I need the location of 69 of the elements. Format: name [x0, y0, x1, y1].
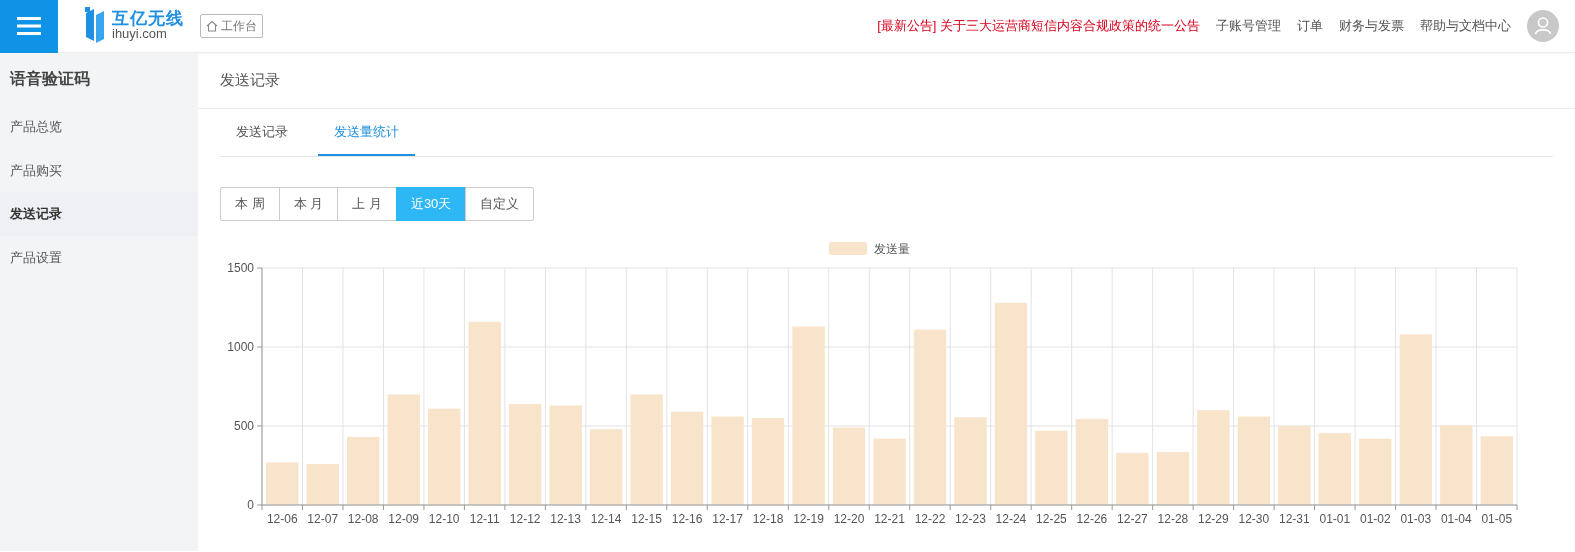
x-tick-label: 12-07 — [307, 511, 339, 525]
bar — [1156, 451, 1190, 505]
avatar-icon[interactable] — [1527, 10, 1559, 42]
x-tick-label: 12-21 — [874, 511, 905, 525]
x-tick-label: 12-11 — [469, 511, 500, 525]
range-button[interactable]: 自定义 — [465, 187, 535, 221]
x-tick-label: 12-29 — [1198, 511, 1229, 525]
x-tick-label: 12-26 — [1076, 511, 1108, 525]
x-tick-label: 01-01 — [1319, 511, 1351, 525]
x-tick-label: 12-15 — [631, 511, 662, 525]
sidebar-item[interactable]: 产品设置 — [0, 235, 198, 279]
x-tick-label: 12-28 — [1157, 511, 1189, 525]
x-tick-label: 12-31 — [1279, 511, 1310, 525]
notice-link[interactable]: [最新公告] 关于三大运营商短信内容合规政策的统一公告 — [877, 16, 1200, 36]
nav-link[interactable]: 帮助与文档中心 — [1420, 16, 1511, 36]
range-button[interactable]: 本 月 — [278, 187, 339, 221]
x-tick-label: 12-27 — [1117, 511, 1148, 525]
tab[interactable]: 发送量统计 — [318, 108, 415, 156]
bar — [1359, 438, 1392, 505]
workbench-button[interactable]: 工作台 — [200, 14, 263, 38]
x-tick-label: 12-08 — [347, 511, 379, 525]
x-tick-label: 12-25 — [1036, 511, 1067, 525]
brand-domain: ihuyi.com — [112, 27, 167, 42]
sidebar-item[interactable]: 发送记录 — [0, 192, 198, 236]
bar — [347, 436, 380, 505]
y-tick-label: 0 — [247, 497, 254, 512]
x-tick-label: 12-10 — [428, 511, 460, 525]
x-tick-label: 01-03 — [1400, 511, 1432, 525]
y-tick-label: 500 — [233, 418, 254, 433]
x-tick-label: 12-14 — [590, 511, 622, 525]
x-tick-label: 12-18 — [752, 511, 784, 525]
sidebar-item[interactable]: 产品购买 — [0, 148, 198, 192]
x-tick-label: 12-23 — [955, 511, 986, 525]
nav-link[interactable]: 订单 — [1297, 16, 1323, 36]
y-tick-label: 1500 — [227, 260, 254, 275]
menu-icon — [17, 16, 41, 36]
y-tick-label: 1000 — [227, 339, 254, 354]
nav-link[interactable]: 子账号管理 — [1216, 16, 1281, 36]
range-button[interactable]: 本 周 — [220, 187, 280, 221]
bar — [1116, 452, 1149, 505]
x-tick-label: 01-04 — [1440, 511, 1472, 525]
legend-label: 发送量 — [874, 241, 910, 256]
tab[interactable]: 发送记录 — [220, 108, 304, 156]
x-tick-label: 01-02 — [1359, 511, 1391, 525]
menu-button[interactable] — [0, 0, 58, 53]
x-tick-label: 12-30 — [1238, 511, 1270, 525]
x-tick-label: 12-19 — [793, 511, 824, 525]
x-tick-label: 12-17 — [712, 511, 743, 525]
x-tick-label: 12-13 — [550, 511, 581, 525]
page-title: 发送记录 — [198, 53, 1575, 109]
bar — [873, 438, 906, 505]
x-tick-label: 12-09 — [388, 511, 420, 525]
x-tick-label: 12-16 — [671, 511, 703, 525]
bar — [1480, 435, 1513, 505]
bar — [306, 463, 339, 505]
x-tick-label: 12-24 — [995, 511, 1027, 525]
x-tick-label: 01-05 — [1481, 511, 1513, 525]
x-tick-label: 12-22 — [914, 511, 946, 525]
sidebar-item[interactable]: 产品总览 — [0, 105, 198, 149]
x-tick-label: 12-20 — [833, 511, 865, 525]
legend-item[interactable]: 发送量 — [829, 241, 910, 256]
x-tick-label: 12-06 — [266, 511, 298, 525]
nav-link[interactable]: 财务与发票 — [1339, 16, 1404, 36]
home-icon — [206, 20, 218, 32]
sidebar-title: 语音验证码 — [8, 69, 91, 89]
brand-name: 互亿无线 — [112, 10, 184, 28]
bar — [266, 461, 299, 505]
range-button[interactable]: 上 月 — [337, 187, 397, 221]
x-tick-label: 12-12 — [509, 511, 541, 525]
